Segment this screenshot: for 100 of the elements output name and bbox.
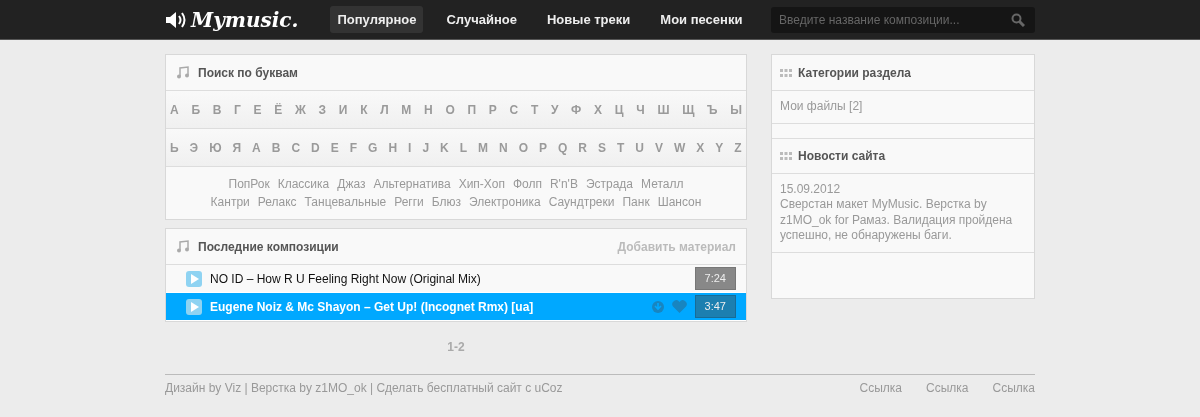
letter-link[interactable]: R — [578, 138, 587, 157]
letter-link[interactable]: Ъ — [707, 100, 718, 119]
track-row[interactable]: Eugene Noiz & Mc Shayon – Get Up! (Incognet Rmx) [ua] 3:47 — [166, 293, 746, 321]
letter-link[interactable]: Z — [734, 138, 742, 157]
letter-link[interactable]: Э — [189, 138, 199, 157]
letter-link[interactable]: Р — [488, 100, 497, 119]
block-text: Сверстан макет MyMusic. Верстка by z1MO_ok for Рамаз. Валидация пройдена успешно, не обнаружены баги. — [780, 197, 1014, 244]
letter-link[interactable]: C — [291, 138, 301, 157]
letter-link[interactable]: О — [445, 100, 455, 119]
footer-link[interactable]: Ссылка — [992, 379, 1035, 397]
letter-link[interactable]: U — [635, 138, 644, 157]
music-note-icon — [176, 66, 190, 79]
letter-link[interactable]: Т — [530, 100, 539, 119]
genre-link[interactable]: Металл — [641, 175, 684, 193]
footer-link[interactable]: Ссылка — [859, 379, 903, 397]
letter-link[interactable]: T — [617, 138, 625, 157]
letter-link[interactable]: P — [539, 138, 547, 157]
letter-link[interactable]: Х — [594, 100, 603, 119]
nav-link[interactable]: Мои песенки — [653, 5, 750, 34]
letter-link[interactable]: F — [349, 138, 358, 157]
letter-link[interactable]: S — [598, 138, 606, 157]
genre-link[interactable]: Классика — [277, 175, 330, 193]
letter-link[interactable]: Е — [253, 100, 262, 119]
genre-link[interactable]: Блюз — [431, 193, 462, 211]
letter-link[interactable]: Ю — [209, 138, 222, 157]
letter-link[interactable]: Н — [424, 100, 433, 119]
letter-link[interactable]: E — [330, 138, 339, 157]
pagination-link[interactable]: 1-2 — [447, 340, 465, 354]
genre-link[interactable]: Танцевальные — [304, 193, 387, 211]
letter-link[interactable]: В — [212, 100, 222, 119]
letter-link[interactable]: Q — [558, 138, 568, 157]
logo[interactable]: Mymusic. — [191, 4, 299, 35]
genre-link[interactable]: ПопРок — [228, 175, 270, 193]
letter-link[interactable]: L — [459, 138, 468, 157]
panel-title: Последние композиции — [198, 238, 339, 256]
letter-link[interactable]: O — [518, 138, 528, 157]
genre-link[interactable]: Релакс — [257, 193, 297, 211]
nav-link[interactable]: Популярное — [330, 5, 424, 34]
letter-link[interactable]: Y — [715, 138, 724, 157]
letter-link[interactable]: V — [654, 138, 663, 157]
letter-link[interactable]: Ё — [274, 100, 283, 119]
download-icon — [651, 300, 664, 313]
letter-link[interactable]: N — [499, 138, 508, 157]
genre-link[interactable]: Панк — [622, 193, 650, 211]
nav-link[interactable]: Случайное — [439, 5, 524, 34]
letter-link[interactable]: Ь — [170, 138, 179, 157]
letter-link[interactable]: Ш — [657, 100, 670, 119]
letter-link[interactable]: I — [408, 138, 412, 157]
letter-link[interactable]: З — [318, 100, 327, 119]
letter-link[interactable]: Ч — [636, 100, 645, 119]
play-icon — [186, 298, 202, 315]
genre-link[interactable]: Фолп — [512, 175, 542, 193]
block-text: Мои файлы [2] — [780, 99, 864, 115]
genre-link[interactable]: Электроника — [469, 193, 541, 211]
letter-link[interactable]: С — [509, 100, 519, 119]
genre-link[interactable]: Хип-Хоп — [458, 175, 505, 193]
letter-link[interactable]: А — [170, 100, 179, 119]
letter-link[interactable]: D — [311, 138, 320, 157]
letter-link[interactable]: B — [271, 138, 281, 157]
track-duration: 3:47 — [694, 295, 736, 318]
footer-link[interactable]: Ссылка — [926, 379, 969, 397]
letter-link[interactable]: Щ — [682, 100, 695, 119]
genre-link[interactable]: Шансон — [657, 193, 702, 211]
genre-link[interactable]: Кантри — [210, 193, 250, 211]
letter-link[interactable]: X — [696, 138, 705, 157]
letter-link[interactable]: Л — [380, 100, 389, 119]
nav-link[interactable]: Новые треки — [540, 5, 638, 34]
search-field[interactable]: Введите название композиции... — [771, 6, 1035, 33]
letter-link[interactable]: K — [440, 138, 449, 157]
letter-link[interactable]: Ы — [730, 100, 742, 119]
play-icon — [186, 270, 202, 287]
genre-link[interactable]: Альтернатива — [373, 175, 451, 193]
block-title: Новости сайта — [798, 147, 886, 165]
letter-link[interactable]: A — [252, 138, 261, 157]
letter-link[interactable]: Г — [234, 100, 241, 119]
letter-link[interactable]: И — [338, 100, 348, 119]
genre-link[interactable]: R'n'B — [549, 175, 578, 193]
letter-link[interactable]: Я — [232, 138, 242, 157]
letter-link[interactable]: W — [673, 138, 686, 157]
letter-link[interactable]: Б — [191, 100, 200, 119]
add-material-link[interactable]: Добавить материал — [617, 237, 736, 256]
letter-link[interactable]: М — [401, 100, 412, 119]
genre-link[interactable]: Джаз — [337, 175, 366, 193]
panel-title: Поиск по буквам — [198, 64, 298, 82]
search-icon — [1011, 12, 1025, 27]
letter-link[interactable]: J — [422, 138, 430, 157]
genre-link[interactable]: Эстрада — [585, 175, 634, 193]
letter-link[interactable]: П — [467, 100, 477, 119]
letter-link[interactable]: G — [368, 138, 378, 157]
music-note-icon — [176, 240, 190, 253]
letter-link[interactable]: M — [478, 138, 489, 157]
letter-link[interactable]: H — [388, 138, 398, 157]
genre-link[interactable]: Регги — [394, 193, 424, 211]
letter-link[interactable]: Ж — [295, 100, 306, 119]
letter-link[interactable]: Ф — [571, 100, 582, 119]
letter-link[interactable]: К — [360, 100, 368, 119]
grid-icon — [780, 68, 792, 77]
letter-link[interactable]: Ц — [614, 100, 624, 119]
genre-link[interactable]: Саундтреки — [548, 193, 615, 211]
letter-link[interactable]: У — [550, 100, 559, 119]
